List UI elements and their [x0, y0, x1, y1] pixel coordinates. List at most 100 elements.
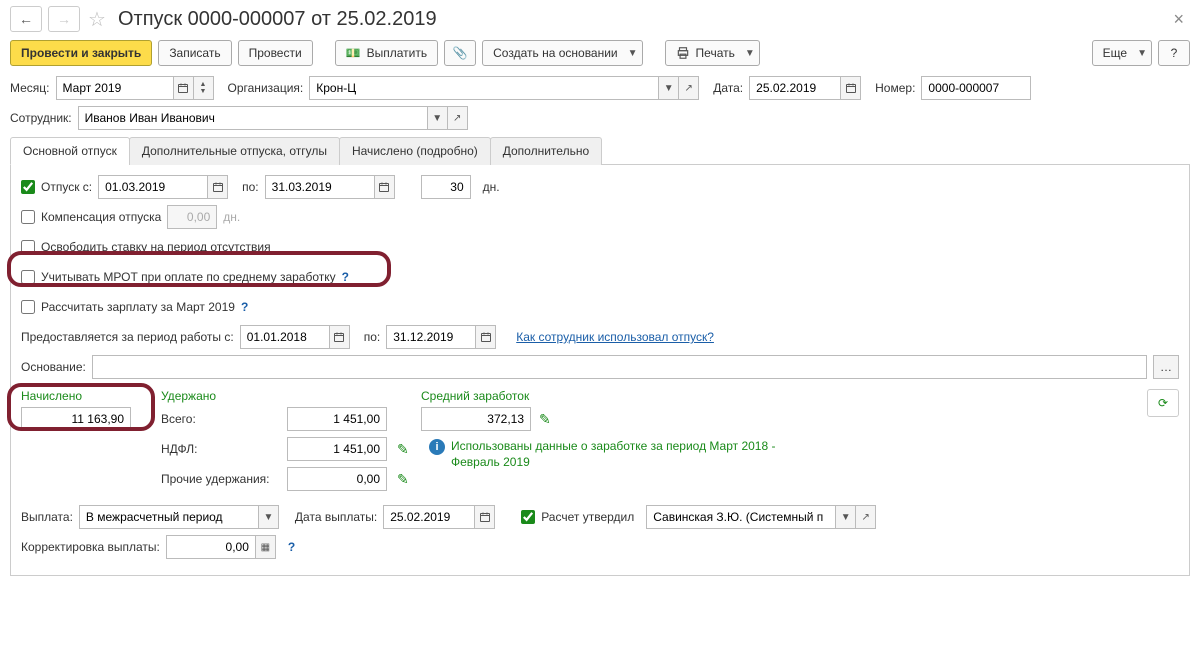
month-input[interactable]: [56, 76, 174, 100]
tab-additional-vacation[interactable]: Дополнительные отпуска, отгулы: [129, 137, 340, 165]
close-icon[interactable]: ×: [1167, 9, 1190, 30]
other-deductions-label: Прочие удержания:: [161, 472, 281, 486]
window-title: Отпуск 0000-000007 от 25.02.2019: [118, 8, 437, 31]
org-open-button[interactable]: ↗: [679, 76, 699, 100]
calendar-icon: [212, 181, 224, 193]
post-button[interactable]: Провести: [238, 40, 313, 66]
vacation-to-calendar[interactable]: [375, 175, 395, 199]
vacation-days-unit: дн.: [483, 180, 500, 194]
tab-extra[interactable]: Дополнительно: [490, 137, 602, 165]
more-button[interactable]: Еще ▼: [1092, 40, 1152, 66]
refresh-icon: ⟳: [1158, 396, 1168, 410]
org-input[interactable]: [309, 76, 659, 100]
org-dropdown-button[interactable]: ▼: [659, 76, 679, 100]
vacation-from-input[interactable]: [98, 175, 208, 199]
approver-open-button[interactable]: ↗: [856, 505, 876, 529]
period-to-calendar[interactable]: [476, 325, 496, 349]
nav-back-button[interactable]: ←: [10, 6, 42, 32]
post-label: Провести: [249, 46, 302, 60]
tab-accrued-label: Начислено (подробно): [352, 144, 478, 158]
pay-icon: 💵: [346, 46, 361, 60]
vacation-to-label: по:: [242, 180, 259, 194]
vacation-checkbox[interactable]: [21, 180, 35, 194]
create-based-button[interactable]: Создать на основании ▼: [482, 40, 642, 66]
mrot-label: Учитывать МРОТ при оплате по среднему за…: [41, 270, 336, 284]
pay-button[interactable]: 💵 Выплатить: [335, 40, 438, 66]
tab-extra-label: Дополнительно: [503, 144, 589, 158]
compensation-checkbox[interactable]: [21, 210, 35, 224]
print-label: Печать: [696, 46, 735, 60]
approver-input[interactable]: [646, 505, 836, 529]
employee-open-button[interactable]: ↗: [448, 106, 468, 130]
recalc-help-icon[interactable]: ?: [241, 300, 248, 314]
ndfl-edit-icon[interactable]: ✎: [397, 441, 409, 458]
avg-edit-icon[interactable]: ✎: [539, 411, 551, 428]
approver-dropdown[interactable]: ▼: [836, 505, 856, 529]
employee-input[interactable]: [78, 106, 428, 130]
date-calendar-button[interactable]: [841, 76, 861, 100]
mrot-help-icon[interactable]: ?: [342, 270, 349, 284]
calendar-icon: [480, 331, 492, 343]
approved-checkbox[interactable]: [521, 510, 535, 524]
refresh-button[interactable]: ⟳: [1147, 389, 1179, 417]
vacation-from-label: Отпуск с:: [41, 180, 92, 194]
save-label: Записать: [169, 46, 220, 60]
employee-dropdown-button[interactable]: ▼: [428, 106, 448, 130]
period-from-calendar[interactable]: [330, 325, 350, 349]
release-rate-checkbox[interactable]: [21, 240, 35, 254]
tab-accrued-detail[interactable]: Начислено (подробно): [339, 137, 491, 165]
accrued-value-input[interactable]: [21, 407, 131, 431]
payout-date-input[interactable]: [383, 505, 475, 529]
tab-additional-label: Дополнительные отпуска, отгулы: [142, 144, 327, 158]
period-to-input[interactable]: [386, 325, 476, 349]
tab-main-vacation[interactable]: Основной отпуск: [10, 137, 130, 165]
payout-date-calendar[interactable]: [475, 505, 495, 529]
accrued-header: Начислено: [21, 389, 161, 403]
save-button[interactable]: Записать: [158, 40, 231, 66]
attach-button[interactable]: 📎: [444, 40, 476, 66]
help-label: ?: [1171, 46, 1178, 60]
chevron-down-icon: ▼: [1137, 48, 1147, 59]
correction-label: Корректировка выплаты:: [21, 540, 160, 554]
month-spinner[interactable]: ▲▼: [194, 76, 214, 100]
payout-mode-input[interactable]: [79, 505, 259, 529]
mrot-checkbox[interactable]: [21, 270, 35, 284]
employee-label: Сотрудник:: [10, 111, 72, 125]
correction-calc-button[interactable]: ▦: [256, 535, 276, 559]
nav-forward-button[interactable]: →: [48, 6, 80, 32]
help-button[interactable]: ?: [1158, 40, 1190, 66]
recalc-salary-checkbox[interactable]: [21, 300, 35, 314]
correction-help-icon[interactable]: ?: [288, 540, 295, 554]
calendar-icon: [177, 82, 189, 94]
release-rate-label: Освободить ставку на период отсутствия: [41, 240, 271, 254]
chevron-down-icon: ▼: [628, 48, 638, 59]
correction-input[interactable]: [166, 535, 256, 559]
compensation-label: Компенсация отпуска: [41, 210, 161, 224]
ndfl-value-input[interactable]: [287, 437, 387, 461]
info-icon: i: [429, 439, 445, 455]
number-input[interactable]: [921, 76, 1031, 100]
other-edit-icon[interactable]: ✎: [397, 471, 409, 488]
more-label: Еще: [1103, 46, 1127, 60]
basis-ellipsis-button[interactable]: …: [1153, 355, 1179, 379]
avg-earnings-header: Средний заработок: [421, 389, 821, 403]
total-value-input[interactable]: [287, 407, 387, 431]
org-label: Организация:: [228, 81, 304, 95]
post-and-close-button[interactable]: Провести и закрыть: [10, 40, 152, 66]
print-button[interactable]: Печать ▼: [665, 40, 760, 66]
period-from-input[interactable]: [240, 325, 330, 349]
vacation-to-input[interactable]: [265, 175, 375, 199]
month-calendar-button[interactable]: [174, 76, 194, 100]
payout-mode-dropdown[interactable]: ▼: [259, 505, 279, 529]
other-deductions-input[interactable]: [287, 467, 387, 491]
date-input[interactable]: [749, 76, 841, 100]
basis-label: Основание:: [21, 360, 86, 374]
how-used-vacation-link[interactable]: Как сотрудник использовал отпуск?: [516, 330, 714, 344]
basis-input[interactable]: [92, 355, 1147, 379]
avg-earnings-input[interactable]: [421, 407, 531, 431]
printer-icon: [676, 46, 690, 60]
payout-label: Выплата:: [21, 510, 73, 524]
vacation-days-input[interactable]: [421, 175, 471, 199]
vacation-from-calendar[interactable]: [208, 175, 228, 199]
favorite-star-icon[interactable]: ☆: [86, 8, 108, 30]
